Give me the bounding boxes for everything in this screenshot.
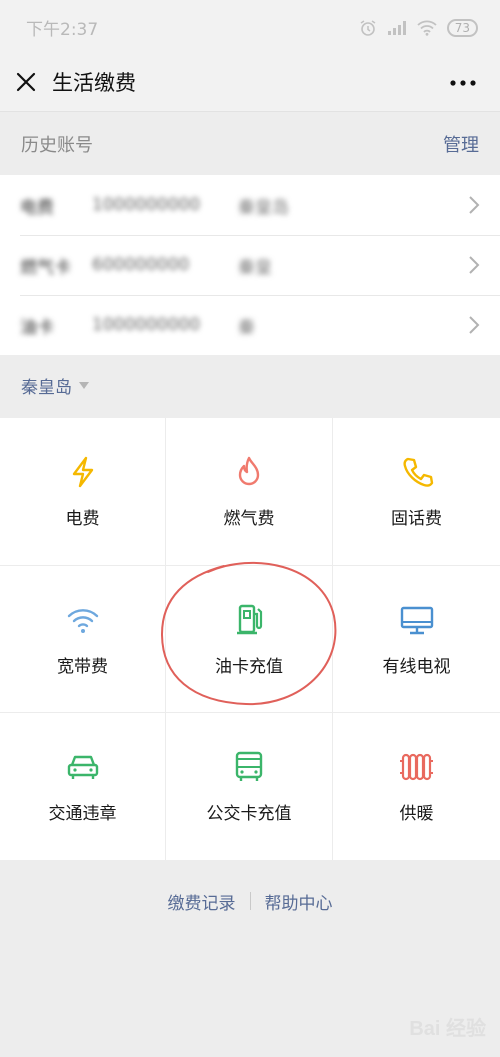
account-location: 秦皇	[238, 257, 272, 278]
signal-icon	[387, 20, 406, 35]
service-label: 宽带费	[57, 657, 108, 677]
service-label: 供暖	[399, 804, 434, 824]
service-label: 固话费	[391, 509, 442, 529]
caret-down-icon	[79, 381, 89, 389]
service-label: 公交卡充值	[206, 804, 292, 824]
service-label: 油卡充值	[215, 657, 283, 677]
account-number: 1000000000	[92, 195, 201, 215]
status-bar: 下午2:37 73	[0, 0, 500, 55]
alarm-icon	[360, 19, 376, 36]
account-name: 电费	[20, 197, 54, 218]
history-title: 历史账号	[21, 135, 93, 156]
service-fuel-card[interactable]: 油卡充值	[166, 566, 333, 713]
account-row[interactable]: 油卡 1000000000 秦	[0, 295, 500, 355]
account-name: 燃气卡	[20, 257, 71, 278]
lightning-icon	[72, 456, 93, 488]
manage-button[interactable]: 管理	[443, 131, 479, 157]
account-location: 秦	[238, 317, 255, 338]
radiator-icon	[399, 753, 433, 781]
city-selector[interactable]: 秦皇岛	[0, 354, 500, 417]
service-label: 电费	[65, 509, 100, 529]
nav-bar: 生活缴费	[0, 55, 500, 112]
service-traffic-violation[interactable]: 交通违章	[0, 713, 166, 860]
wifi-status-icon	[417, 20, 437, 36]
service-label: 燃气费	[223, 509, 275, 529]
phone-icon	[402, 457, 433, 487]
status-time: 下午2:37	[26, 20, 99, 40]
service-label: 有线电视	[382, 657, 451, 677]
fuel-pump-icon	[237, 604, 263, 635]
battery-indicator: 73	[446, 18, 478, 37]
more-options-icon[interactable]	[448, 69, 478, 97]
tv-icon	[400, 606, 433, 635]
service-landline[interactable]: 固话费	[333, 418, 500, 566]
service-grid: 电费 燃气费 固话费 宽带费 油卡充值 有线电视 交通违章 公交卡充值 供暖	[0, 418, 500, 860]
close-icon[interactable]	[13, 69, 39, 95]
service-electricity[interactable]: 电费	[0, 418, 166, 566]
service-heating[interactable]: 供暖	[333, 713, 500, 860]
account-number: 1000000000	[92, 315, 201, 335]
account-row[interactable]: 燃气卡 600000000 秦皇	[0, 235, 500, 295]
service-bus-card[interactable]: 公交卡充值	[166, 713, 333, 860]
account-location: 秦皇岛	[238, 197, 289, 218]
flame-icon	[238, 456, 260, 486]
chevron-right-icon	[469, 256, 480, 274]
chevron-right-icon	[469, 196, 480, 214]
wifi-icon	[67, 609, 98, 633]
footer-divider	[249, 892, 251, 910]
chevron-right-icon	[469, 316, 480, 334]
account-row[interactable]: 电费 1000000000 秦皇岛	[0, 175, 500, 235]
account-name: 油卡	[20, 317, 54, 338]
service-cable-tv[interactable]: 有线电视	[333, 566, 500, 713]
city-label: 秦皇岛	[21, 378, 72, 398]
service-gas[interactable]: 燃气费	[166, 418, 333, 566]
status-icons: 73	[359, 18, 478, 37]
account-list: 电费 1000000000 秦皇岛 燃气卡 600000000 秦皇 油卡 10…	[0, 175, 500, 355]
account-number: 600000000	[92, 255, 190, 275]
watermark-text: Bai 经验	[409, 1018, 486, 1040]
payment-records-link[interactable]: 缴费记录	[168, 889, 236, 914]
help-center-link[interactable]: 帮助中心	[265, 889, 333, 914]
footer-links: 缴费记录 帮助中心	[0, 886, 500, 916]
service-label: 交通违章	[48, 804, 117, 824]
page-title: 生活缴费	[52, 71, 136, 95]
car-icon	[67, 755, 98, 779]
bus-icon	[235, 751, 263, 781]
history-header: 历史账号 管理	[0, 113, 500, 175]
watermark: Bai 经验	[409, 1012, 486, 1041]
service-broadband[interactable]: 宽带费	[0, 566, 166, 713]
